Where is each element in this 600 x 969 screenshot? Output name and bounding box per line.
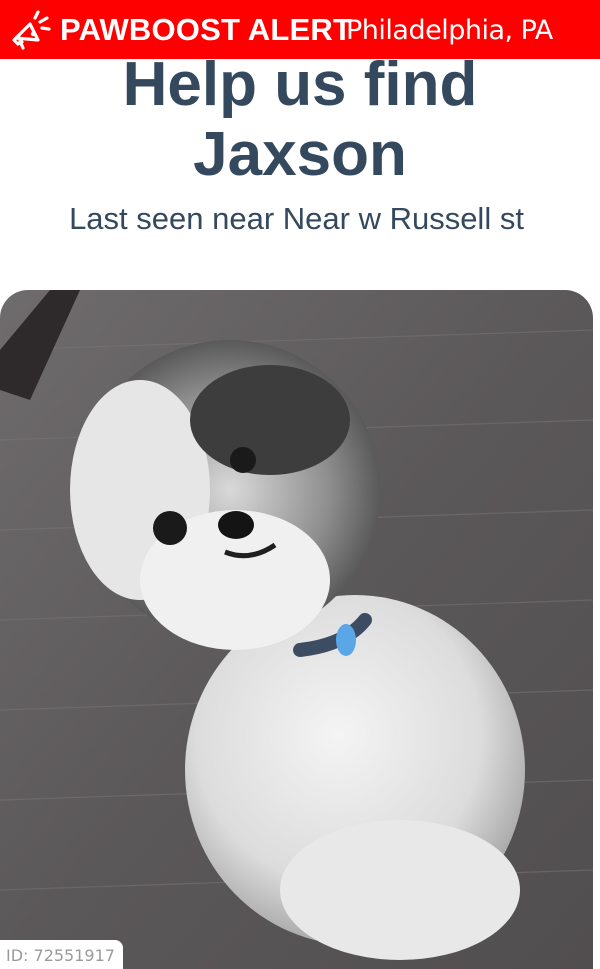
pet-name: Jaxson [193, 120, 407, 189]
alert-location: Philadelphia, PA [346, 15, 553, 46]
pet-id-label: ID: 72551917 [0, 940, 123, 969]
headline-line-1: Help us find [122, 50, 478, 119]
page-title: Help us find Jaxson [0, 50, 600, 190]
last-seen-text: Last seen near Near w Russell st [69, 201, 524, 236]
alert-brand: PAWBOOST ALERT [60, 12, 353, 47]
megaphone-icon [8, 8, 52, 52]
pet-photo: ID: 72551917 [0, 290, 593, 969]
